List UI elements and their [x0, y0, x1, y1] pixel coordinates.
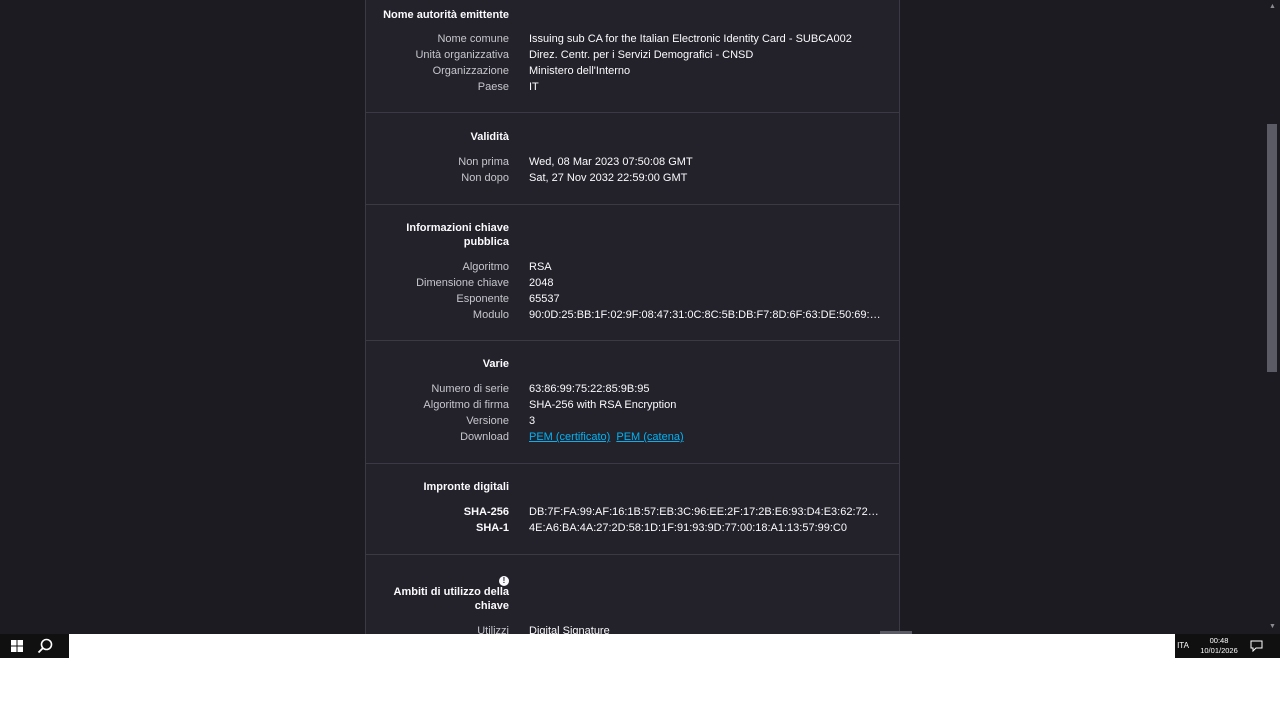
row-value: IT: [529, 81, 539, 93]
validity-section-title: Validità: [470, 131, 509, 143]
taskbar: ITA 00:48 10/01/2026: [0, 634, 1280, 658]
row-value: 2048: [529, 277, 554, 289]
issuer-country-row: Paese IT: [366, 79, 899, 95]
download-links: PEM (certificato) PEM (catena): [529, 429, 881, 445]
row-label: Esponente: [456, 293, 509, 305]
row-value: SHA-256 with RSA Encryption: [529, 399, 677, 411]
row-value: Digital Signature: [529, 625, 610, 634]
row-label: Utilizzi: [477, 625, 509, 634]
row-label: Dimensione chiave: [416, 277, 509, 289]
key-usage-row: Utilizzi Digital Signature: [366, 623, 899, 634]
scroll-up-arrow-icon[interactable]: ▲: [1265, 0, 1280, 14]
row-label: Paese: [477, 81, 509, 93]
below-taskbar-area: [0, 658, 1280, 720]
fingerprints-section-title: Impronte digitali: [423, 481, 509, 493]
search-icon: [37, 638, 53, 654]
notification-icon: [1250, 640, 1262, 652]
row-label: Numero di serie: [431, 383, 509, 395]
row-label: Non prima: [458, 156, 509, 168]
misc-section-title: Varie: [482, 358, 509, 370]
row-value[interactable]: 90:0D:25:BB:1F:02:9F:08:47:31:0C:8C:5B:D…: [529, 307, 881, 323]
issuer-org-unit-row: Unità organizzativa Direz. Centr. per i …: [366, 47, 899, 63]
info-icon[interactable]: !: [499, 576, 509, 586]
row-value: 3: [529, 415, 536, 427]
row-label: Unità organizzativa: [415, 49, 509, 61]
search-button[interactable]: [28, 634, 62, 658]
public-key-modulus-row: Modulo 90:0D:25:BB:1F:02:9F:08:47:31:0C:…: [366, 307, 899, 323]
issuer-common-name-row: Nome comune Issuing sub CA for the Itali…: [366, 31, 899, 47]
browser-viewport: Nome autorità emittente Nome comune Issu…: [0, 0, 1280, 634]
issuer-section-title: Nome autorità emittente: [383, 9, 509, 21]
public-key-size-row: Dimensione chiave 2048: [366, 275, 899, 291]
row-label: Organizzazione: [432, 65, 509, 77]
public-key-exponent-row: Esponente 65537: [366, 291, 899, 307]
public-key-section: Informazioni chiave pubblica Algoritmo R…: [366, 205, 899, 341]
input-language-indicator[interactable]: ITA: [1175, 634, 1191, 658]
clock-time: 00:48: [1209, 636, 1229, 645]
row-label: Algoritmo di firma: [423, 399, 509, 411]
row-value: 4E:A6:BA:4A:27:2D:58:1D:1F:91:93:9D:77:0…: [529, 522, 847, 534]
key-usage-section: ! Ambiti di utilizzo della chiave Utiliz…: [366, 555, 899, 634]
row-label: Versione: [466, 415, 509, 427]
public-key-algorithm-row: Algoritmo RSA: [366, 259, 899, 275]
misc-signature-algorithm-row: Algoritmo di firma SHA-256 with RSA Encr…: [366, 397, 899, 413]
scroll-down-arrow-icon[interactable]: ▼: [1265, 620, 1280, 634]
fingerprints-section: Impronte digitali SHA-256 DB:7F:FA:99:AF…: [366, 464, 899, 555]
row-value[interactable]: DB:7F:FA:99:AF:16:1B:57:EB:3C:96:EE:2F:1…: [529, 504, 881, 520]
issuer-organization-row: Organizzazione Ministero dell'Interno: [366, 63, 899, 79]
key-usage-section-title: Ambiti di utilizzo della chiave: [393, 586, 510, 612]
download-pem-certificate-link[interactable]: PEM (certificato): [529, 431, 610, 443]
validity-section: Validità Non prima Wed, 08 Mar 2023 07:5…: [366, 113, 899, 205]
misc-version-row: Versione 3: [366, 413, 899, 429]
row-value: Direz. Centr. per i Servizi Demografici …: [529, 49, 754, 61]
row-value: Ministero dell'Interno: [529, 65, 631, 77]
misc-serial-row: Numero di serie 63:86:99:75:22:85:9B:95: [366, 381, 899, 397]
misc-download-row: Download PEM (certificato) PEM (catena): [366, 429, 899, 445]
row-label: SHA-256: [463, 506, 509, 518]
clock-date: 10/01/2026: [1200, 646, 1238, 655]
row-label: Nome comune: [437, 33, 509, 45]
fingerprint-sha256-row: SHA-256 DB:7F:FA:99:AF:16:1B:57:EB:3C:96…: [366, 504, 899, 520]
row-value: 65537: [529, 293, 560, 305]
system-clock[interactable]: 00:48 10/01/2026: [1197, 636, 1241, 656]
certificate-viewer-panel: Nome autorità emittente Nome comune Issu…: [365, 0, 900, 634]
row-label: Non dopo: [461, 172, 509, 184]
download-pem-chain-link[interactable]: PEM (catena): [616, 431, 683, 443]
row-label: SHA-1: [475, 522, 509, 534]
row-label: Algoritmo: [462, 261, 509, 273]
row-value: Wed, 08 Mar 2023 07:50:08 GMT: [529, 156, 693, 168]
notification-center-button[interactable]: [1246, 634, 1266, 658]
vertical-scrollbar[interactable]: ▲ ▼: [1265, 0, 1280, 634]
row-value: Sat, 27 Nov 2032 22:59:00 GMT: [529, 172, 688, 184]
validity-not-before-row: Non prima Wed, 08 Mar 2023 07:50:08 GMT: [366, 154, 899, 170]
taskbar-search-box[interactable]: [69, 634, 1175, 658]
row-value: Issuing sub CA for the Italian Electroni…: [529, 33, 852, 45]
public-key-section-title: Informazioni chiave pubblica: [406, 222, 509, 248]
row-label: Modulo: [472, 309, 509, 321]
row-value: 63:86:99:75:22:85:9B:95: [529, 383, 650, 395]
row-value: RSA: [529, 261, 552, 273]
download-label: Download: [460, 431, 509, 443]
scrollbar-thumb[interactable]: [1267, 124, 1277, 372]
validity-not-after-row: Non dopo Sat, 27 Nov 2032 22:59:00 GMT: [366, 170, 899, 186]
misc-section: Varie Numero di serie 63:86:99:75:22:85:…: [366, 341, 899, 464]
windows-logo-icon: [11, 640, 23, 652]
fingerprint-sha1-row: SHA-1 4E:A6:BA:4A:27:2D:58:1D:1F:91:93:9…: [366, 520, 899, 536]
issuer-section: Nome autorità emittente Nome comune Issu…: [366, 0, 899, 113]
